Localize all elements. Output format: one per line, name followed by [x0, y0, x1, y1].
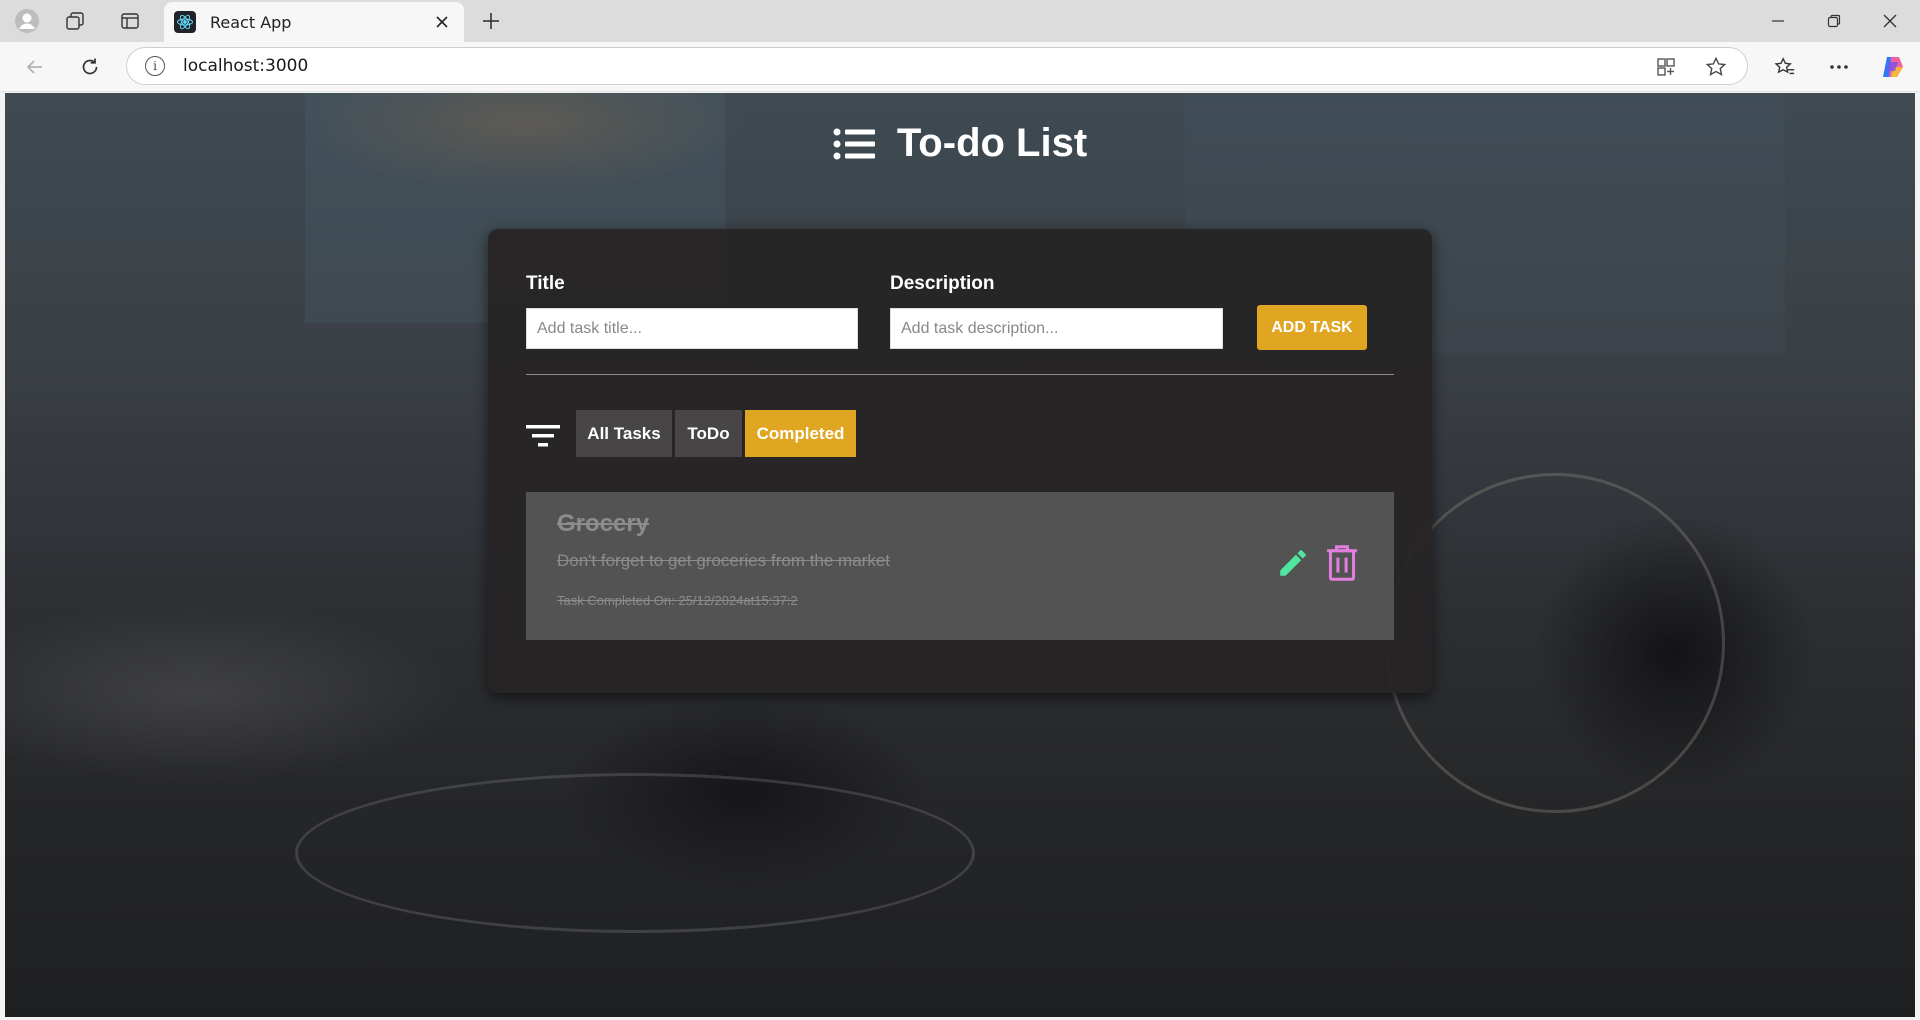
- browser-tab-strip: React App: [0, 0, 1920, 42]
- list-icon: [833, 128, 875, 159]
- restore-icon[interactable]: [1816, 8, 1852, 34]
- background-clock: [1385, 473, 1725, 813]
- minimize-icon[interactable]: [1760, 8, 1796, 34]
- add-task-button[interactable]: ADD TASK: [1257, 305, 1367, 350]
- url-text[interactable]: localhost:3000: [183, 56, 308, 76]
- task-completed-date: Task Completed On: 25/12/2024at15:37:2: [557, 593, 798, 608]
- react-favicon: [174, 11, 196, 33]
- filter-all-tasks[interactable]: All Tasks: [576, 410, 672, 457]
- divider: [526, 374, 1394, 375]
- workspaces-icon[interactable]: [62, 8, 88, 34]
- favorites-icon[interactable]: [1770, 52, 1800, 82]
- title-input[interactable]: [526, 308, 858, 349]
- description-input[interactable]: [890, 308, 1223, 349]
- back-icon[interactable]: [20, 52, 50, 82]
- copilot-icon[interactable]: [1878, 52, 1908, 82]
- page-title: To-do List: [896, 121, 1088, 165]
- edit-icon[interactable]: [1276, 546, 1310, 580]
- new-tab-icon[interactable]: [478, 8, 504, 34]
- filter-todo[interactable]: ToDo: [675, 410, 742, 457]
- app-view-icon[interactable]: [1653, 54, 1679, 80]
- profile-icon[interactable]: [12, 6, 42, 36]
- task-description: Don't forget to get groceries from the m…: [557, 551, 891, 570]
- background-plate: [295, 773, 975, 933]
- browser-toolbar: i localhost:3000: [0, 42, 1920, 92]
- address-bar[interactable]: i localhost:3000: [126, 47, 1748, 85]
- info-icon[interactable]: i: [145, 56, 165, 76]
- more-icon[interactable]: [1824, 52, 1854, 82]
- tab-title: React App: [210, 12, 292, 32]
- active-tab[interactable]: React App: [164, 2, 464, 42]
- todo-card: Title Description ADD TASK All Tasks ToD…: [488, 229, 1432, 693]
- filter-completed[interactable]: Completed: [745, 410, 856, 457]
- favorite-star-icon[interactable]: [1703, 54, 1729, 80]
- page-viewport: To-do List Title Description ADD TASK Al…: [5, 93, 1915, 1017]
- task-item: Grocery Don't forget to get groceries fr…: [526, 492, 1394, 640]
- task-title: Grocery: [557, 510, 650, 537]
- reload-icon[interactable]: [75, 52, 105, 82]
- app-header: To-do List: [5, 121, 1915, 166]
- filter-icon[interactable]: [526, 424, 560, 448]
- description-label: Description: [890, 273, 995, 294]
- window-close-icon[interactable]: [1872, 8, 1908, 34]
- close-icon[interactable]: [430, 10, 454, 34]
- delete-icon[interactable]: [1325, 544, 1359, 582]
- title-label: Title: [526, 273, 565, 294]
- tab-actions-icon[interactable]: [117, 8, 143, 34]
